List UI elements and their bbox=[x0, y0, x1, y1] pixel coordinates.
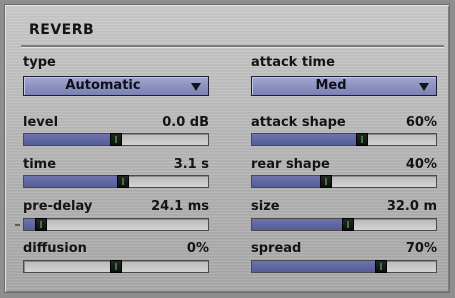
rear-shape-slider[interactable] bbox=[251, 175, 437, 188]
time-slider-fill bbox=[24, 176, 123, 187]
pre-delay-slider-thumb[interactable] bbox=[35, 218, 47, 231]
level-value: 0.0 dB bbox=[162, 115, 209, 130]
attack-shape-value: 60% bbox=[405, 115, 437, 130]
spread-slider-thumb[interactable] bbox=[375, 260, 387, 273]
panel-title: REVERB bbox=[29, 22, 95, 38]
rear-shape-slider-thumb[interactable] bbox=[320, 175, 332, 188]
diffusion-label: diffusion bbox=[23, 241, 87, 256]
pre-delay-slider[interactable] bbox=[23, 218, 209, 231]
attack-time-label: attack time bbox=[251, 55, 335, 70]
size-slider[interactable] bbox=[251, 218, 437, 231]
chevron-down-icon bbox=[419, 83, 429, 91]
time-slider-thumb[interactable] bbox=[117, 175, 129, 188]
attack-shape-slider-fill bbox=[252, 134, 362, 145]
pre-delay-tick bbox=[15, 224, 20, 226]
level-slider-thumb[interactable] bbox=[110, 133, 122, 146]
pre-delay-label: pre-delay bbox=[23, 199, 93, 214]
chevron-down-icon bbox=[191, 83, 201, 91]
rear-shape-value: 40% bbox=[405, 157, 437, 172]
rear-shape-slider-fill bbox=[252, 176, 326, 187]
diffusion-slider[interactable] bbox=[23, 260, 209, 273]
type-dropdown-value: Automatic bbox=[65, 78, 141, 93]
pre-delay-value: 24.1 ms bbox=[151, 199, 209, 214]
attack-time-dropdown-value: Med bbox=[315, 78, 347, 93]
size-slider-thumb[interactable] bbox=[342, 218, 354, 231]
size-label: size bbox=[251, 199, 280, 214]
rear-shape-label: rear shape bbox=[251, 157, 330, 172]
time-value: 3.1 s bbox=[173, 157, 209, 172]
attack-shape-label: attack shape bbox=[251, 115, 346, 130]
diffusion-value: 0% bbox=[186, 241, 209, 256]
level-label: level bbox=[23, 115, 59, 130]
attack-shape-slider[interactable] bbox=[251, 133, 437, 146]
type-dropdown[interactable]: Automatic bbox=[23, 76, 209, 96]
spread-slider[interactable] bbox=[251, 260, 437, 273]
spread-label: spread bbox=[251, 241, 302, 256]
size-slider-fill bbox=[252, 219, 348, 230]
title-divider bbox=[21, 45, 444, 48]
attack-time-dropdown[interactable]: Med bbox=[251, 76, 437, 96]
level-slider-fill bbox=[24, 134, 116, 145]
time-slider[interactable] bbox=[23, 175, 209, 188]
level-slider[interactable] bbox=[23, 133, 209, 146]
attack-shape-slider-thumb[interactable] bbox=[356, 133, 368, 146]
spread-slider-fill bbox=[252, 261, 381, 272]
size-value: 32.0 m bbox=[386, 199, 437, 214]
diffusion-slider-thumb[interactable] bbox=[110, 260, 122, 273]
type-label: type bbox=[23, 55, 56, 70]
reverb-panel: REVERB type Automatic level 0.0 dB time … bbox=[4, 4, 450, 293]
spread-value: 70% bbox=[405, 241, 437, 256]
time-label: time bbox=[23, 157, 57, 172]
